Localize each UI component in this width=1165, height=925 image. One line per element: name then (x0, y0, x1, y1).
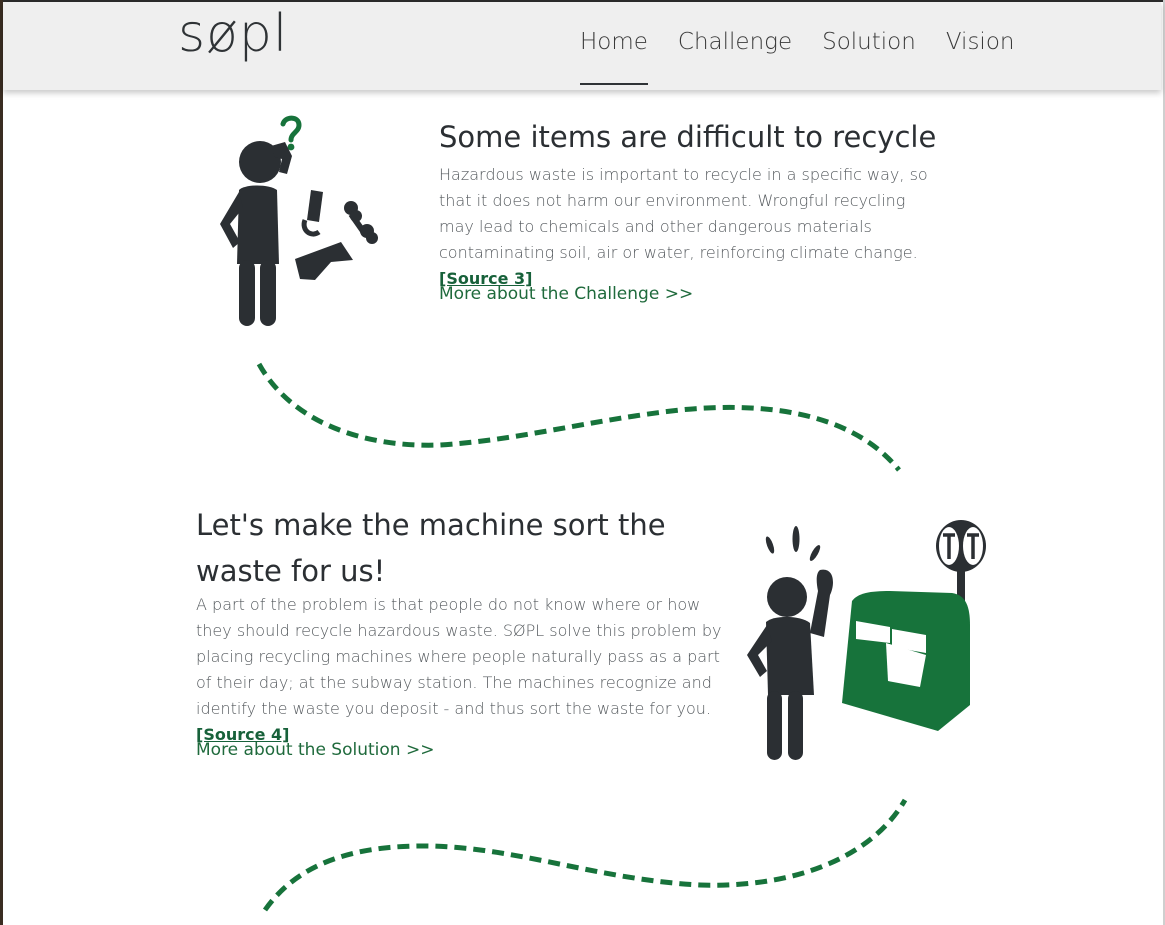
more-about-solution-link[interactable]: More about the Solution >> (196, 740, 434, 760)
section-challenge-body-text: Hazardous waste is important to recycle … (439, 165, 928, 262)
recycling-machine-icon (842, 591, 970, 731)
confused-person-hazardous-waste-icon (220, 115, 378, 326)
nav-link-solution[interactable]: Solution (822, 29, 916, 85)
nav-link-home[interactable]: Home (580, 29, 648, 85)
site-logo[interactable]: søpl (178, 5, 288, 63)
section-solution-body-text: A part of the problem is that people do … (196, 595, 722, 718)
question-mark-icon (280, 115, 302, 143)
section-solution-heading: Let's make the machine sort the waste fo… (196, 508, 666, 588)
main-nav: Home Challenge Solution Vision (580, 29, 1044, 87)
person-at-recycling-machine-icon (747, 520, 986, 760)
nav-link-vision[interactable]: Vision (946, 29, 1015, 85)
bone-icon (344, 201, 378, 244)
more-about-challenge-link[interactable]: More about the Challenge >> (439, 284, 693, 304)
section-challenge-body: Hazardous waste is important to recycle … (439, 162, 939, 292)
window-left-edge (0, 0, 3, 925)
section-challenge-heading: Some items are difficult to recycle (439, 120, 937, 154)
nav-link-challenge[interactable]: Challenge (678, 29, 792, 85)
subway-sign-icon (936, 520, 986, 605)
section-solution-body: A part of the problem is that people do … (196, 592, 726, 748)
top-navbar: søpl Home Challenge Solution Vision (3, 2, 1161, 90)
